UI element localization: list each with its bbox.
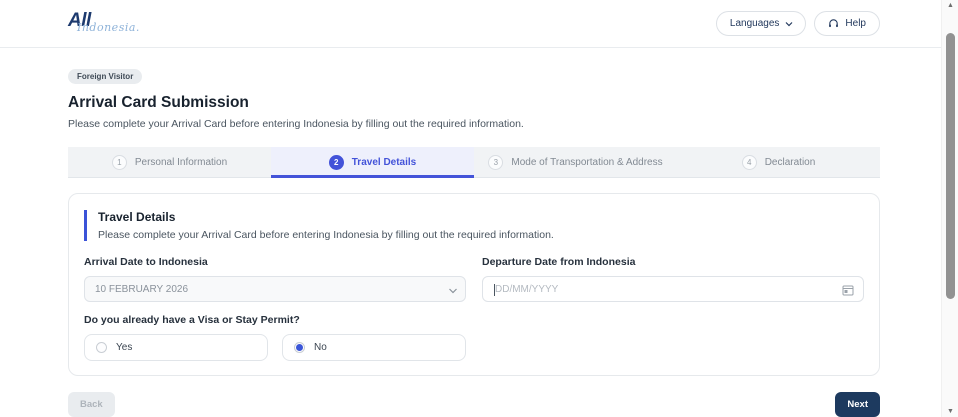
page: All Indonesia. Languages Help Foreign Vi… (0, 0, 958, 417)
scroll-up-icon[interactable]: ▲ (942, 2, 958, 9)
step-number: 1 (111, 154, 127, 170)
all-indonesia-logo[interactable]: All Indonesia. (68, 8, 158, 40)
chevron-down-icon (785, 20, 793, 27)
vertical-scrollbar[interactable]: ▲ ▼ (941, 0, 958, 417)
step-tabs: 1 Personal Information 2 Travel Details … (68, 147, 880, 178)
step-label: Declaration (764, 156, 816, 168)
date-fields-row: Arrival Date to Indonesia 10 FEBRUARY 20… (84, 256, 864, 302)
visa-options: Yes No (84, 334, 466, 361)
tab-personal-information[interactable]: 1 Personal Information (68, 147, 271, 178)
chevron-down-icon (448, 286, 457, 293)
visa-option-no[interactable]: No (282, 334, 466, 361)
help-button[interactable]: Help (814, 11, 880, 36)
departure-date-input[interactable] (483, 277, 863, 301)
departure-date-input-wrap (482, 276, 864, 302)
tab-transportation-address[interactable]: 3 Mode of Transportation & Address (474, 147, 677, 178)
card-subtitle: Please complete your Arrival Card before… (98, 229, 554, 241)
page-title: Arrival Card Submission (68, 94, 249, 111)
text-caret (494, 284, 495, 296)
languages-label: Languages (729, 18, 780, 29)
calendar-icon[interactable] (842, 284, 854, 299)
tab-declaration[interactable]: 4 Declaration (677, 147, 880, 178)
step-number: 2 (328, 154, 344, 170)
visa-option-no-label: No (314, 342, 327, 353)
arrival-date-select[interactable]: 10 FEBRUARY 2026 (84, 276, 466, 302)
arrival-date-field-group: Arrival Date to Indonesia 10 FEBRUARY 20… (84, 256, 466, 302)
visa-question-group: Do you already have a Visa or Stay Permi… (84, 314, 466, 361)
radio-unchecked-icon (96, 342, 107, 353)
radio-checked-icon (294, 342, 305, 353)
card-header: Travel Details Please complete your Arri… (84, 210, 864, 241)
scrollbar-thumb[interactable] (946, 33, 955, 299)
headset-icon (828, 18, 839, 29)
scroll-down-icon[interactable]: ▼ (942, 408, 958, 415)
page-subtitle: Please complete your Arrival Card before… (68, 118, 524, 130)
back-button[interactable]: Back (68, 392, 115, 417)
next-button[interactable]: Next (835, 392, 880, 417)
visa-question-label: Do you already have a Visa or Stay Permi… (84, 314, 300, 326)
top-navbar: All Indonesia. Languages Help (0, 0, 958, 48)
main-content: Foreign Visitor Arrival Card Submission … (0, 48, 958, 417)
form-navigation: Back Next (68, 392, 880, 417)
departure-date-field-group: Departure Date from Indonesia (482, 256, 864, 302)
help-label: Help (845, 18, 866, 29)
step-number: 4 (741, 154, 757, 170)
visitor-type-badge: Foreign Visitor (68, 69, 143, 84)
visa-option-yes-label: Yes (116, 342, 133, 353)
departure-date-label: Departure Date from Indonesia (482, 256, 636, 268)
card-title: Travel Details (98, 210, 176, 224)
travel-details-card: Travel Details Please complete your Arri… (68, 193, 880, 376)
logo-text-secondary: Indonesia. (77, 20, 140, 34)
tab-travel-details[interactable]: 2 Travel Details (271, 147, 474, 178)
step-label: Mode of Transportation & Address (511, 156, 663, 168)
arrival-date-value: 10 FEBRUARY 2026 (95, 283, 189, 295)
step-number: 3 (488, 154, 504, 170)
step-label: Travel Details (351, 156, 417, 168)
arrival-date-label: Arrival Date to Indonesia (84, 256, 208, 268)
header-actions: Languages Help (715, 11, 880, 36)
languages-button[interactable]: Languages (715, 11, 807, 36)
step-label: Personal Information (134, 156, 228, 168)
visa-option-yes[interactable]: Yes (84, 334, 268, 361)
